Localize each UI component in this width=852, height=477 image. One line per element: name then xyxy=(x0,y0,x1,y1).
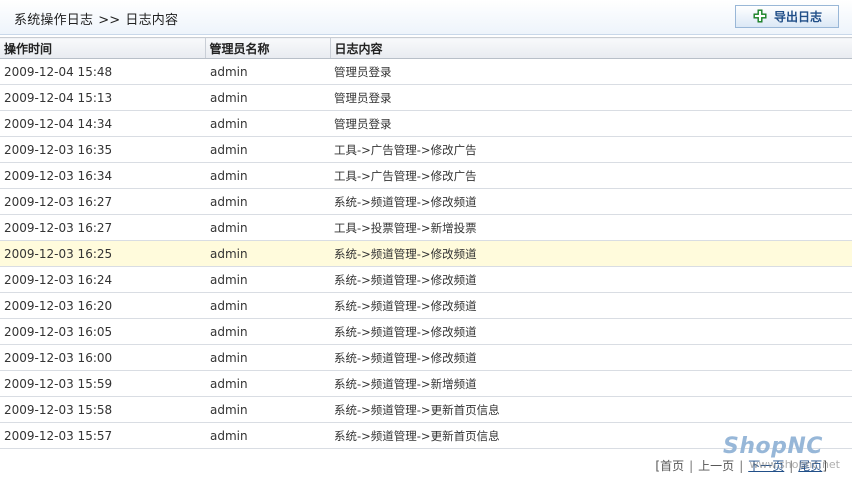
operation-time-cell: 2009-12-03 16:27 xyxy=(0,188,205,215)
admin-name-cell: admin xyxy=(205,396,330,423)
admin-name-cell: admin xyxy=(205,240,330,267)
log-content-cell: 系统->频道管理->修改频道 xyxy=(330,188,852,215)
page-header: 系统操作日志 >> 日志内容 导出日志 xyxy=(0,0,852,35)
table-row: 2009-12-03 16:24 admin 系统->频道管理->修改频道 xyxy=(0,266,852,293)
operation-time-cell: 2009-12-03 16:35 xyxy=(0,136,205,163)
pagination-divider: | xyxy=(789,459,794,473)
pagination: [首页 | 上一页 | 下一页 | 尾页] xyxy=(655,457,827,475)
admin-name-cell: admin xyxy=(205,58,330,85)
log-content-cell: 系统->频道管理->新增频道 xyxy=(330,370,852,397)
table-row: 2009-12-03 16:35 admin 工具->广告管理->修改广告 xyxy=(0,136,852,163)
breadcrumb-section: 系统操作日志 xyxy=(14,13,94,28)
operation-time-cell: 2009-12-04 15:48 xyxy=(0,58,205,85)
log-content-cell: 系统->频道管理->修改频道 xyxy=(330,240,852,267)
table-header-row: 操作时间 管理员名称 日志内容 xyxy=(0,37,852,59)
log-content-cell: 系统->频道管理->更新首页信息 xyxy=(330,422,852,449)
table-row: 2009-12-04 14:34 admin 管理员登录 xyxy=(0,110,852,137)
operation-time-cell: 2009-12-03 15:59 xyxy=(0,370,205,397)
admin-name-cell: admin xyxy=(205,188,330,215)
admin-name-cell: admin xyxy=(205,318,330,345)
log-content-cell: 管理员登录 xyxy=(330,84,852,111)
log-content-cell: 管理员登录 xyxy=(330,58,852,85)
operation-time-cell: 2009-12-04 14:34 xyxy=(0,110,205,137)
log-table-body: 2009-12-04 15:48 admin 管理员登录 2009-12-04 … xyxy=(0,58,852,449)
operation-time-cell: 2009-12-03 16:34 xyxy=(0,162,205,189)
operation-time-cell: 2009-12-03 15:58 xyxy=(0,396,205,423)
admin-name-cell: admin xyxy=(205,214,330,241)
operation-time-cell: 2009-12-03 16:24 xyxy=(0,266,205,293)
column-header-admin-name[interactable]: 管理员名称 xyxy=(205,37,331,59)
admin-name-cell: admin xyxy=(205,84,330,111)
operation-time-cell: 2009-12-03 15:57 xyxy=(0,422,205,449)
log-content-cell: 工具->广告管理->修改广告 xyxy=(330,136,852,163)
table-row: 2009-12-04 15:48 admin 管理员登录 xyxy=(0,58,852,85)
table-row: 2009-12-03 16:20 admin 系统->频道管理->修改频道 xyxy=(0,292,852,319)
table-row: 2009-12-03 16:34 admin 工具->广告管理->修改广告 xyxy=(0,162,852,189)
breadcrumb-separator: >> xyxy=(98,13,121,28)
table-row: 2009-12-03 16:05 admin 系统->频道管理->修改频道 xyxy=(0,318,852,345)
log-content-cell: 工具->投票管理->新增投票 xyxy=(330,214,852,241)
column-header-operation-time[interactable]: 操作时间 xyxy=(0,37,206,59)
table-row: 2009-12-03 16:00 admin 系统->频道管理->修改频道 xyxy=(0,344,852,371)
pagination-divider: | xyxy=(689,459,694,473)
log-content-cell: 管理员登录 xyxy=(330,110,852,137)
log-content-cell: 系统->频道管理->修改频道 xyxy=(330,344,852,371)
first-page-link[interactable]: 首页 xyxy=(660,459,684,473)
breadcrumb-page-title: 日志内容 xyxy=(125,13,179,28)
export-log-label: 导出日志 xyxy=(773,10,822,24)
table-row: 2009-12-03 15:59 admin 系统->频道管理->新增频道 xyxy=(0,370,852,397)
operation-time-cell: 2009-12-03 16:20 xyxy=(0,292,205,319)
column-header-log-content[interactable]: 日志内容 xyxy=(330,37,852,59)
pagination-divider: | xyxy=(739,459,744,473)
log-content-cell: 系统->频道管理->修改频道 xyxy=(330,266,852,293)
operation-time-cell: 2009-12-03 16:25 xyxy=(0,240,205,267)
log-content-cell: 系统->频道管理->修改频道 xyxy=(330,292,852,319)
highlighted-table-row: 2009-12-03 16:25 admin 系统->频道管理->修改频道 xyxy=(0,240,852,267)
admin-name-cell: admin xyxy=(205,266,330,293)
operation-time-cell: 2009-12-03 16:05 xyxy=(0,318,205,345)
table-row: 2009-12-03 15:58 admin 系统->频道管理->更新首页信息 xyxy=(0,396,852,423)
export-log-button[interactable]: 导出日志 xyxy=(735,5,839,28)
previous-page-link[interactable]: 上一页 xyxy=(698,459,734,473)
admin-name-cell: admin xyxy=(205,422,330,449)
breadcrumb: 系统操作日志 >> 日志内容 xyxy=(14,9,178,28)
log-content-cell: 工具->广告管理->修改广告 xyxy=(330,162,852,189)
admin-name-cell: admin xyxy=(205,110,330,137)
green-puzzle-add-icon xyxy=(753,9,767,22)
admin-name-cell: admin xyxy=(205,136,330,163)
last-page-link[interactable]: 尾页 xyxy=(798,459,822,473)
log-content-cell: 系统->频道管理->修改频道 xyxy=(330,318,852,345)
next-page-link[interactable]: 下一页 xyxy=(748,459,784,473)
table-row: 2009-12-03 16:27 admin 工具->投票管理->新增投票 xyxy=(0,214,852,241)
log-content-cell: 系统->频道管理->更新首页信息 xyxy=(330,396,852,423)
admin-name-cell: admin xyxy=(205,162,330,189)
operation-log-table: 操作时间 管理员名称 日志内容 2009-12-04 15:48 admin 管… xyxy=(0,37,852,449)
table-row: 2009-12-03 15:57 admin 系统->频道管理->更新首页信息 xyxy=(0,422,852,449)
admin-name-cell: admin xyxy=(205,292,330,319)
operation-time-cell: 2009-12-03 16:27 xyxy=(0,214,205,241)
system-operation-log-page: 系统操作日志 >> 日志内容 导出日志 操作时间 管理员名称 日志内容 2009-1 xyxy=(0,0,852,477)
table-row: 2009-12-04 15:13 admin 管理员登录 xyxy=(0,84,852,111)
admin-name-cell: admin xyxy=(205,344,330,371)
admin-name-cell: admin xyxy=(205,370,330,397)
operation-time-cell: 2009-12-04 15:13 xyxy=(0,84,205,111)
table-row: 2009-12-03 16:27 admin 系统->频道管理->修改频道 xyxy=(0,188,852,215)
operation-time-cell: 2009-12-03 16:00 xyxy=(0,344,205,371)
pagination-close-bracket: ] xyxy=(822,459,827,473)
